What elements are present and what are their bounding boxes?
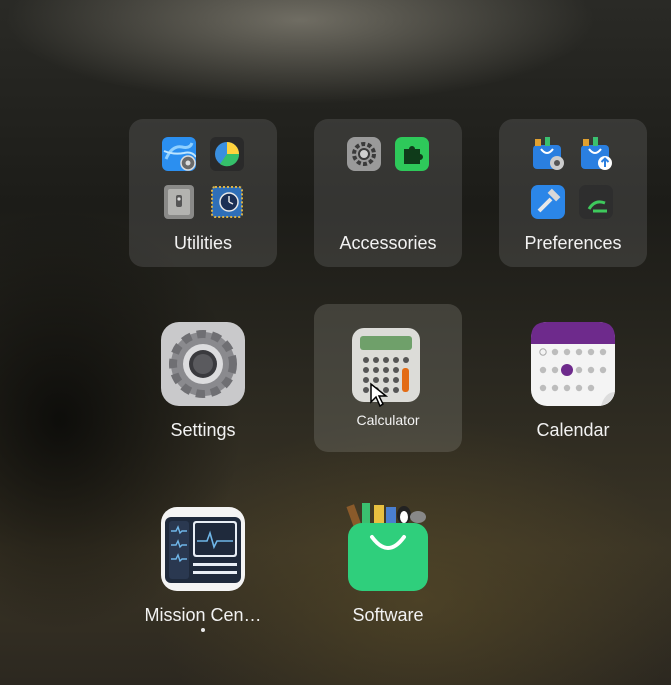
app-calendar[interactable]: Calendar <box>499 304 647 452</box>
app-mission-center[interactable]: Mission Cen… <box>129 489 277 637</box>
developer-hammer-icon <box>531 185 565 219</box>
app-settings[interactable]: Settings <box>129 304 277 452</box>
app-label: Software <box>352 605 424 625</box>
safe-vault-icon <box>164 185 194 219</box>
software-bag-update-icon <box>581 137 612 170</box>
app-software[interactable]: Software <box>314 489 462 637</box>
calendar-icon <box>531 322 615 406</box>
mission-center-icon <box>161 507 245 591</box>
folder-preferences[interactable]: Preferences <box>499 119 647 267</box>
extensions-puzzle-icon <box>395 137 429 171</box>
mouse-pointer-icon <box>370 382 389 408</box>
running-indicator <box>201 628 205 632</box>
app-label: Mission Cen… <box>144 605 262 625</box>
folder-label: Accessories <box>339 233 437 253</box>
disk-usage-icon <box>210 137 244 171</box>
folder-label: Utilities <box>173 233 232 253</box>
software-bag-gear-icon <box>533 137 564 170</box>
gear-settings-icon <box>347 137 381 171</box>
folder-label: Preferences <box>524 233 622 253</box>
network-globe-icon <box>162 137 196 171</box>
folder-accessories[interactable]: Accessories <box>314 119 462 267</box>
app-label: Settings <box>170 420 236 440</box>
software-bag-icon <box>346 503 428 591</box>
settings-gear-icon <box>161 322 245 406</box>
app-label: Calculator <box>356 412 420 428</box>
folder-utilities[interactable]: Utilities <box>129 119 277 267</box>
app-label: Calendar <box>536 420 610 440</box>
app-calculator[interactable]: Calculator <box>314 304 462 452</box>
terminal-green-icon <box>579 185 613 219</box>
system-monitor-chip-icon <box>211 186 243 218</box>
